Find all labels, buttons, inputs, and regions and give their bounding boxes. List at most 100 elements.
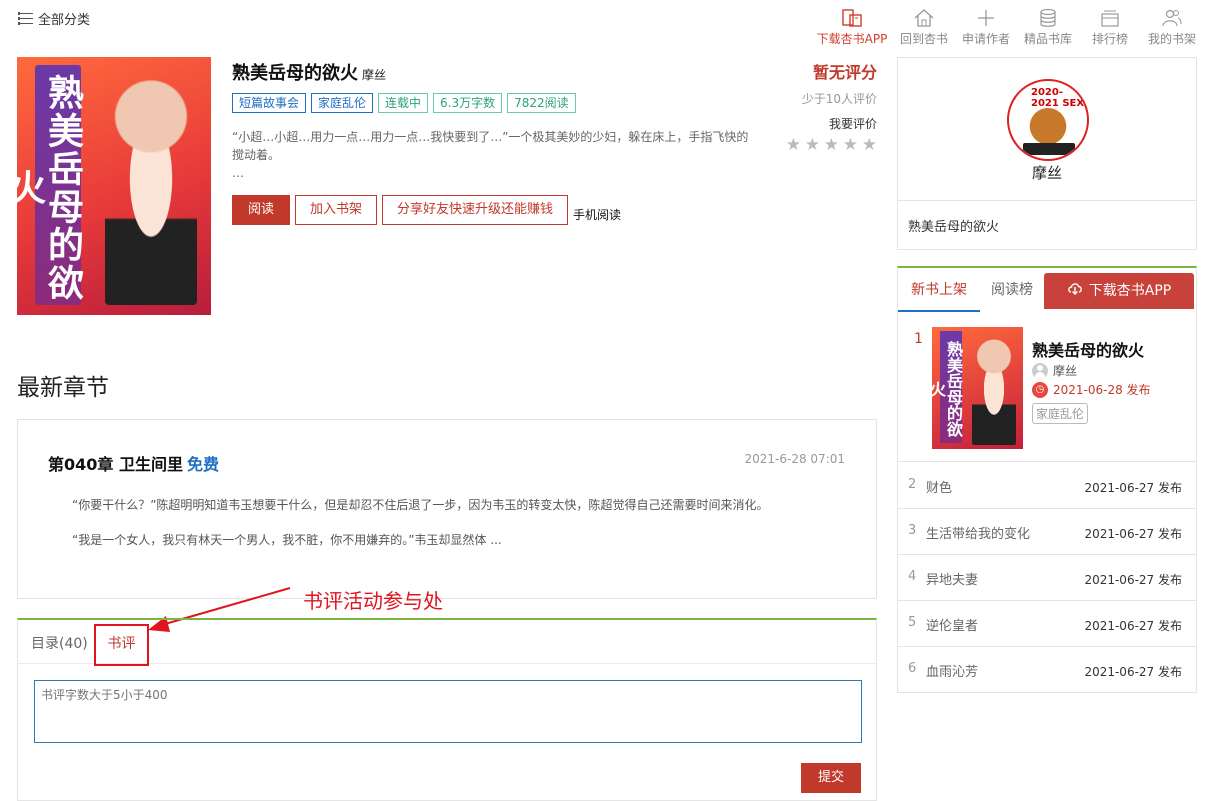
ranking-row-date: 2021-06-27 发布 [1084,619,1182,633]
author-book-link[interactable]: 熟美岳母的欲火 [908,216,999,235]
ranking-row-title[interactable]: 逆伦皇者 [926,615,978,634]
star-icon[interactable]: ★ [861,137,877,154]
tag-genre[interactable]: 短篇故事会 [232,93,307,113]
ranking-row-title[interactable]: 血雨沁芳 [926,661,978,680]
user-icon [1032,362,1048,379]
rank-number: 5 [908,615,917,630]
book-cover[interactable]: 熟美岳母的欲火 [17,57,211,315]
chapter-title-text: 第040章 卫生间里 [48,455,183,474]
star-icon[interactable]: ★ [804,137,820,154]
rank-number: 6 [908,661,917,676]
book-tags: 短篇故事会 家庭乱伦 连载中 6.3万字数 7822阅读 [232,93,576,113]
star-icon[interactable]: ★ [823,137,839,154]
ranking-cover[interactable]: 熟美岳母的欲火 [932,327,1023,449]
ranking-panel: 新书上架 阅读榜 下载杏书APP 1 熟美岳母的欲火 熟美岳母的欲火 摩丝 ◷ 2… [897,266,1197,693]
home-icon [914,9,934,27]
nav-download-app[interactable]: 下载杏书APP [816,8,888,47]
nav-apply-author[interactable]: 申请作者 [960,8,1012,47]
ranking-row-date: 2021-06-27 发布 [1084,527,1182,541]
review-input[interactable] [34,680,862,743]
top-nav: 下载杏书APP 回到杏书 申请作者 精品书库 排行榜 我的书架 [816,8,1198,47]
score-label: 暂无评分 [812,63,877,82]
description-text: “小超…小超…用力一点…用力一点…我快要到了…”一个极其美妙的少妇，躲在床上，手… [232,130,749,162]
clock-icon: ◷ [1032,381,1048,398]
tab-read-ranking[interactable]: 阅读榜 [980,268,1044,312]
add-to-shelf-button[interactable]: 加入书架 [295,195,378,225]
ranking-row[interactable]: 3 生活带给我的变化 2021-06-27 发布 [898,509,1196,555]
tag-read-count: 7822阅读 [507,93,576,113]
download-app-button[interactable]: 下载杏书APP [1044,273,1194,309]
mobile-read-link[interactable]: 手机阅读 [573,206,621,223]
ranking-author-name: 摩丝 [1053,364,1078,378]
nav-label: 我的书架 [1147,32,1196,46]
ranking-tag[interactable]: 家庭乱伦 [1032,403,1089,424]
book-author[interactable]: 摩丝 [362,68,386,82]
chapter-title[interactable]: 第040章 卫生间里 免费 [48,451,219,475]
nav-label: 排行榜 [1091,32,1128,46]
cover-title: 熟美岳母的欲火 [932,331,963,443]
tag-status: 连载中 [378,93,429,113]
ranking-row-title[interactable]: 生活带给我的变化 [926,523,1030,542]
annotation-text: 书评活动参与处 [303,589,443,613]
database-icon [1040,8,1056,27]
book-title: 熟美岳母的欲火 摩丝 [232,59,386,85]
book-title-text: 熟美岳母的欲火 [232,63,358,84]
rate-label: 我要评价 [828,117,877,131]
ranking-row-date: 2021-06-27 发布 [1084,665,1182,679]
ranking-top-item[interactable]: 1 熟美岳母的欲火 熟美岳母的欲火 摩丝 ◷ 2021-06-28 发布 家庭乱伦 [898,313,1196,462]
ranking-row-title[interactable]: 财色 [926,477,952,496]
ranking-row[interactable]: 6 血雨沁芳 2021-06-27 发布 [898,647,1196,693]
plus-icon [978,10,994,26]
nav-home[interactable]: 回到杏书 [898,8,950,47]
all-categories-label: 全部分类 [38,13,91,28]
tag-category[interactable]: 家庭乱伦 [311,93,374,113]
divider [898,200,1196,201]
rating-count: 少于10人评价 [801,92,877,106]
avatar-label: 2020-2021 SEX [1031,87,1085,109]
nav-bookshelf[interactable]: 我的书架 [1146,8,1198,47]
rating-stars: ★ ★ ★ ★ ★ [785,137,877,154]
ranking-row[interactable]: 4 异地夫妻 2021-06-27 发布 [898,555,1196,601]
author-avatar[interactable]: 2020-2021 SEX [1007,79,1089,161]
ranking-date: ◷ 2021-06-28 发布 [1032,381,1151,398]
nav-label: 下载杏书APP [816,32,888,46]
ranking-row-title[interactable]: 异地夫妻 [926,569,978,588]
ranking-row[interactable]: 5 逆伦皇者 2021-06-27 发布 [898,601,1196,647]
nav-label: 申请作者 [961,32,1010,46]
menu-icon [18,12,33,25]
tab-new-books[interactable]: 新书上架 [898,268,980,312]
tab-review[interactable]: 书评 [94,624,149,666]
chapter-time: 2021-6-28 07:01 [744,452,846,466]
rank-number: 2 [908,477,917,492]
share-button[interactable]: 分享好友快速升级还能赚钱 [382,195,569,225]
panel-tabs: 目录(40) 书评 [18,620,876,666]
nav-library[interactable]: 精品书库 [1022,8,1074,47]
app-download-icon [842,9,862,27]
author-name[interactable]: 摩丝 [898,162,1196,183]
chapter-paragraph: “你要干什么？”陈超明明知道韦玉想要干什么，但是却忍不住后退了一步，因为韦玉的转… [72,498,769,512]
cover-figure [972,337,1016,445]
download-app-label: 下载杏书APP [1088,283,1172,299]
latest-chapter-heading: 最新章节 [17,375,109,401]
tag-word-count: 6.3万字数 [433,93,503,113]
nav-label: 精品书库 [1023,32,1072,46]
rank-number: 1 [914,331,923,347]
rank-number: 4 [908,569,917,584]
all-categories-button[interactable]: 全部分类 [18,9,90,28]
ranking-box-icon [1101,10,1119,27]
read-button[interactable]: 阅读 [232,195,291,225]
nav-ranking[interactable]: 排行榜 [1084,8,1136,47]
tab-catalog[interactable]: 目录(40) [31,633,88,653]
avatar-banner [1023,143,1075,155]
star-icon[interactable]: ★ [842,137,858,154]
free-badge: 免费 [186,455,219,474]
cloud-download-icon [1067,283,1082,295]
cover-figure [105,75,197,305]
ranking-title[interactable]: 熟美岳母的欲火 [1032,337,1144,361]
submit-review-button[interactable]: 提交 [801,763,861,793]
star-icon[interactable]: ★ [785,137,801,154]
ranking-row[interactable]: 2 财色 2021-06-27 发布 [898,463,1196,509]
book-actions: 阅读 加入书架 分享好友快速升级还能赚钱 手机阅读 [232,195,621,225]
ranking-date-text: 2021-06-28 发布 [1053,383,1151,397]
book-description: “小超…小超…用力一点…用力一点…我快要到了…”一个极其美妙的少妇，躲在床上，手… [232,128,752,182]
